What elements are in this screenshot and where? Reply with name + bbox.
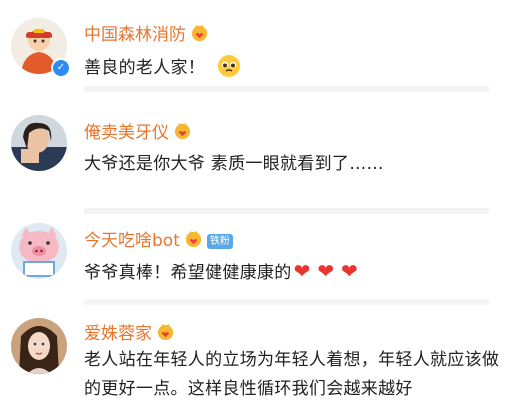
divider (84, 208, 489, 214)
pleading-face-icon (217, 55, 240, 77)
comment-text: 爷爷真棒！希望健健康康的 ❤ ❤ ❤ (84, 259, 359, 283)
comment-text: 善良的老人家！ (84, 53, 241, 78)
heart-icon: ❤ ❤ ❤ (293, 259, 359, 283)
divider (84, 299, 489, 305)
comment-text: 大爷还是你大爷 素质一眼就看到了…… (84, 154, 384, 174)
comment-item: 俺卖美牙仪 大爷还是你大爷 素质一眼就看到了…… (0, 100, 517, 214)
comment-item: 爱姝蓉家 老人站在年轻人的立场为年轻人着想，年轻人就应该做的更好一点。这样良性循… (0, 310, 517, 417)
iron-fan-badge: 铁粉 (206, 234, 233, 249)
avatar[interactable] (11, 318, 67, 374)
fan-badge-icon (157, 323, 174, 341)
fan-badge-icon (174, 122, 191, 140)
fan-badge-icon (185, 230, 201, 248)
divider (84, 86, 489, 92)
comment-username[interactable]: 今天吃啥bot 铁粉 (84, 226, 233, 251)
comment-username[interactable]: 俺卖美牙仪 (84, 118, 192, 143)
comment-item: 今天吃啥bot 铁粉 爷爷真棒！希望健健康康的 ❤ ❤ ❤ (0, 215, 517, 315)
verified-icon: ✓ (51, 58, 71, 78)
comment-username[interactable]: 中国森林消防 (84, 20, 209, 45)
avatar[interactable] (11, 223, 67, 279)
avatar[interactable] (11, 115, 67, 171)
comment-item: ✓ 中国森林消防 善良的老人家！ (0, 0, 517, 100)
fan-badge-icon (191, 24, 208, 42)
comment-username[interactable]: 爱姝蓉家 (84, 319, 175, 344)
comment-text: 老人站在年轻人的立场为年轻人着想，年轻人就应该做的更好一点。这样良性循环我们会越… (84, 350, 500, 399)
